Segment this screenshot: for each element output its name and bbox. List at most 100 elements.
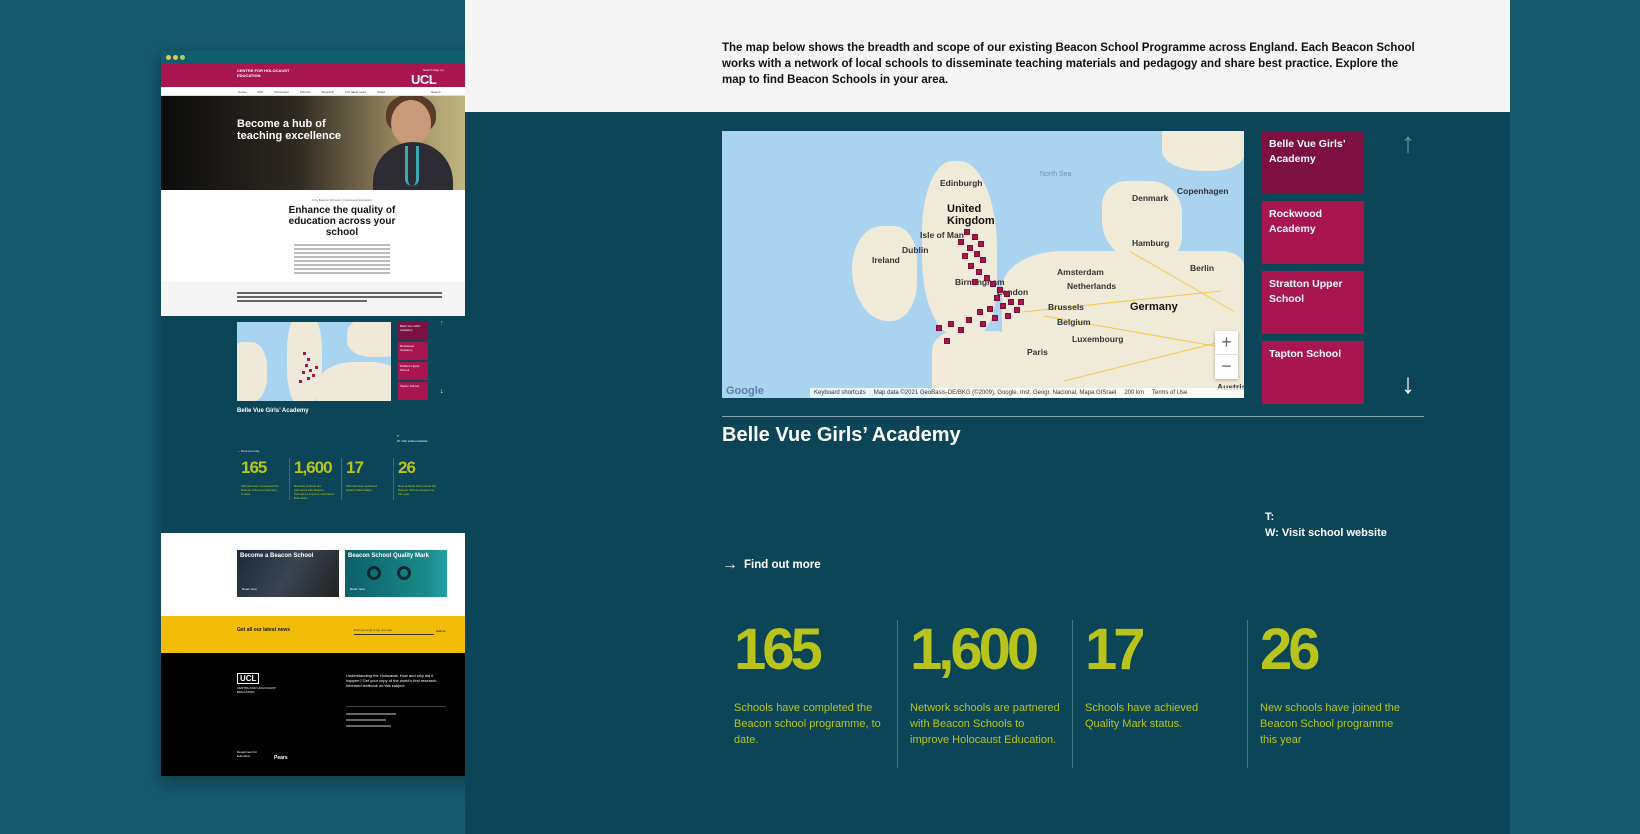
mini-nav-item: About [377, 90, 385, 94]
school-website-link[interactable]: W: Visit school website [1265, 525, 1387, 541]
school-marker[interactable] [978, 241, 984, 247]
map-label: North Sea [1040, 171, 1072, 178]
map-terms-link[interactable]: Terms of Use [1152, 390, 1187, 396]
mini-find-label: Find out more [240, 449, 260, 453]
mini-stat-number: 17 [346, 458, 364, 477]
school-marker[interactable] [987, 306, 993, 312]
mini-find-out-more: → Find out more [237, 449, 260, 453]
school-marker[interactable] [962, 253, 968, 259]
stat-description: Network schools are partnered with Beaco… [910, 702, 1060, 746]
mini-stat: 26 New schools have joined the Beacon Sch… [393, 458, 445, 500]
map-data-credit: Map data ©2021 GeoBasis-DE/BKG (©2009), … [873, 390, 1117, 396]
map-label: Berlin [1190, 263, 1215, 273]
stat-network: 1,600 Network schools are partnered with… [897, 620, 1072, 768]
mini-stat-number: 165 [241, 458, 267, 477]
school-marker[interactable] [944, 338, 950, 344]
mini-promo-link: Read more [242, 587, 257, 591]
school-marker[interactable] [968, 263, 974, 269]
map-keyboard-shortcuts-link[interactable]: Keyboard shortcuts [814, 390, 866, 396]
school-marker[interactable] [972, 279, 978, 285]
school-marker[interactable] [936, 325, 942, 331]
stat-number: 26 [1260, 617, 1321, 682]
mini-footer-divider [346, 706, 446, 707]
school-marker[interactable] [967, 245, 973, 251]
map-label: Hamburg [1132, 238, 1170, 248]
school-marker[interactable] [994, 295, 1000, 301]
school-marker[interactable] [1005, 313, 1011, 319]
school-card-stratton[interactable]: Stratton Upper School [1262, 271, 1364, 334]
quality-mark-ring-icon [367, 566, 381, 580]
map-land-scandinavia [1162, 131, 1244, 171]
school-marker[interactable] [980, 257, 986, 263]
school-marker[interactable] [958, 239, 964, 245]
school-marker[interactable] [948, 321, 954, 327]
stat-quality-mark: 17 Schools have achieved Quality Mark st… [1072, 620, 1247, 768]
scroll-up-arrow-icon[interactable]: ↑ [1401, 129, 1415, 157]
mini-hero-title: Become a hub of teaching excellence [237, 118, 341, 142]
mini-promo-title: Beacon School Quality Mark [348, 553, 430, 559]
school-marker[interactable] [966, 317, 972, 323]
mini-stat: 17 Schools have achieved Quality Mark sta… [341, 458, 393, 500]
quality-mark-ring-icon [397, 566, 411, 580]
school-marker[interactable] [1000, 303, 1006, 309]
mini-nav-item: Research [321, 90, 335, 94]
school-card-tapton[interactable]: Tapton School [1262, 341, 1364, 404]
school-card-rockwood[interactable]: Rockwood Academy [1262, 201, 1364, 264]
mini-news-submit: Submit [436, 629, 446, 633]
school-marker[interactable] [1018, 299, 1024, 305]
mini-stat-text: Network schools are partnered with Beaco… [294, 484, 334, 500]
arrow-right-icon: → [722, 556, 738, 573]
map-label: Amsterdam [1057, 267, 1104, 277]
school-marker[interactable] [964, 229, 970, 235]
map-zoom-in-button[interactable]: + [1215, 331, 1238, 355]
stats-row: 165 Schools have completed the Beacon sc… [722, 620, 1422, 768]
find-out-more-link[interactable]: → Find out more [722, 556, 821, 574]
school-marker[interactable] [980, 321, 986, 327]
map-zoom-out-button[interactable]: − [1215, 355, 1238, 379]
school-marker[interactable] [958, 327, 964, 333]
school-marker[interactable] [997, 287, 1003, 293]
mini-stat-number: 1,600 [294, 458, 333, 477]
map-label: Luxembourg [1072, 334, 1124, 344]
school-list: Belle Vue Girls’ Academy Rockwood Academ… [1262, 131, 1364, 411]
map-label: Germany [1130, 301, 1178, 313]
mini-school-name: Belle Vue Girls’ Academy [237, 408, 309, 414]
mini-school-card: Tapton School [398, 382, 428, 400]
mini-stat: 165 Schools have completed the Beacon sch… [237, 458, 289, 500]
map-label: Denmark [1132, 193, 1169, 203]
scroll-down-arrow-icon[interactable]: ↓ [1401, 370, 1415, 398]
mini-school-contact: T: W: Visit school website [397, 434, 428, 443]
mini-promo-link: Read more [350, 587, 365, 591]
find-out-more-label: Find out more [744, 559, 821, 571]
map-attribution: Keyboard shortcuts Map data ©2021 GeoBas… [810, 388, 1244, 398]
school-marker[interactable] [992, 315, 998, 321]
school-marker[interactable] [977, 309, 983, 315]
school-card-belle-vue[interactable]: Belle Vue Girls’ Academy [1262, 131, 1364, 194]
map-land-ireland [852, 226, 917, 321]
map-label: Birmingham [955, 277, 1005, 287]
map-zoom-control: + − [1215, 331, 1238, 379]
school-marker[interactable] [1008, 299, 1014, 305]
school-marker[interactable] [990, 281, 996, 287]
mini-promo-title: Become a Beacon School [240, 553, 314, 559]
map-label: Paris [1027, 347, 1048, 357]
hero-photo-lanyard [405, 146, 419, 186]
mini-footer-sub: CENTRE FOR HOLOCAUST EDUCATION [237, 686, 276, 694]
mini-intro-paragraph [294, 244, 390, 274]
school-phone: T: [1265, 511, 1275, 523]
mini-brand: CENTRE FOR HOLOCAUST EDUCATION [237, 68, 290, 78]
stat-new-schools: 26 New schools have joined the Beacon Sc… [1247, 620, 1422, 768]
mini-news-input: Enter your email to stay up to date [354, 629, 434, 635]
stat-description: New schools have joined the Beacon Schoo… [1260, 702, 1401, 746]
school-marker[interactable] [976, 269, 982, 275]
mini-stat-text: Schools have completed the Beacon school… [241, 484, 279, 496]
school-marker[interactable] [972, 234, 978, 240]
school-marker[interactable] [1004, 291, 1010, 297]
mini-nav-search: Search [431, 90, 441, 94]
schools-map[interactable]: North Sea Edinburgh United Kingdom Isle … [722, 131, 1244, 398]
mini-school-card: Belle Vue Girls' Academy [398, 322, 428, 340]
mini-promo-card: Become a Beacon School Read more [237, 550, 339, 597]
school-marker[interactable] [1014, 307, 1020, 313]
window-dot [180, 55, 185, 60]
mini-nav-item: Resources [274, 90, 289, 94]
